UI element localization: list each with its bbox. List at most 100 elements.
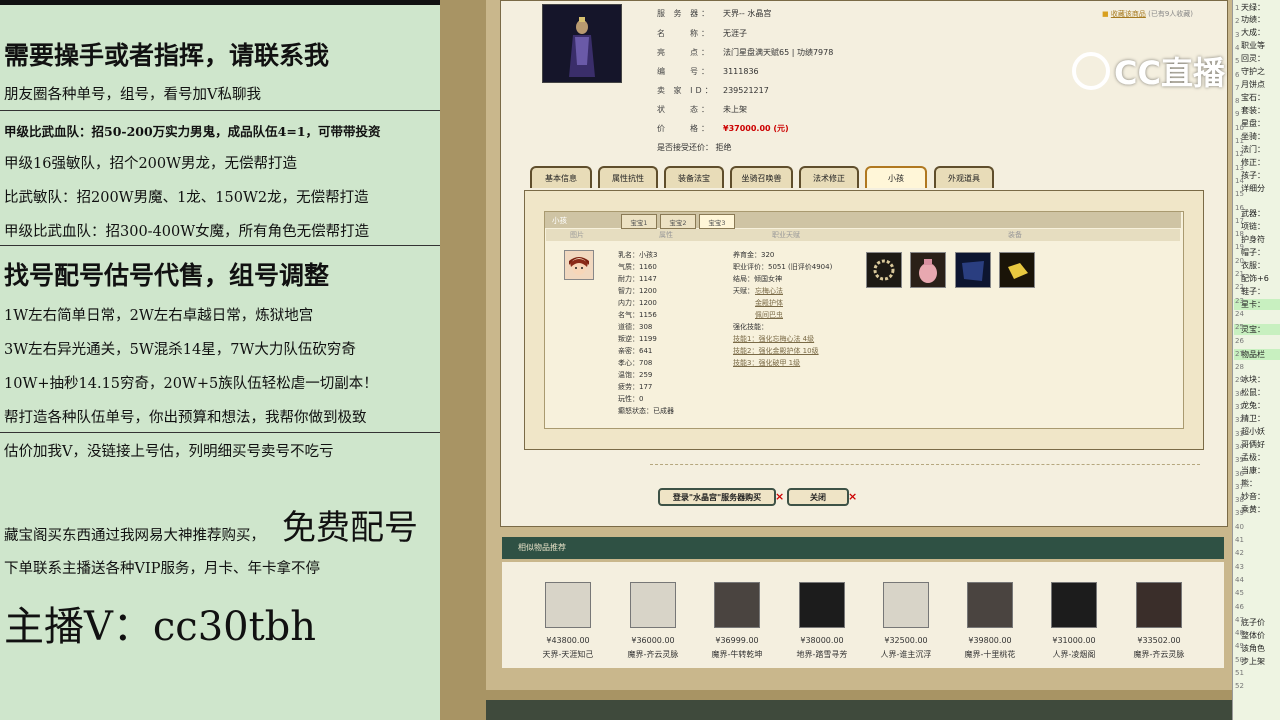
col-equipment: 装备	[1008, 231, 1022, 239]
skill-link[interactable]: 技能3：强化破甲 1级	[733, 358, 800, 368]
line-number: 2	[1235, 17, 1240, 26]
divider	[0, 245, 440, 246]
stat-line: 癫怒状态：已成器	[618, 407, 674, 415]
similar-item[interactable]: ¥33502.00 魔界-齐云灵脉	[1114, 582, 1204, 660]
skill-link[interactable]: 技能1：强化忘梅心法 4级	[733, 334, 814, 344]
bottom-bar	[486, 700, 1232, 720]
tab-mounts-pets[interactable]: 坐骑召唤兽	[730, 166, 793, 188]
note-line: 配饰+6	[1241, 274, 1269, 283]
note-line: 大成：	[1241, 28, 1265, 37]
similar-item[interactable]: ¥43800.00 天界-天涯知己	[523, 582, 613, 660]
equip-cloth-icon[interactable]	[955, 252, 991, 288]
close-button[interactable]: 关闭	[787, 488, 849, 506]
subtab-baby-2[interactable]: 宝宝2	[660, 214, 696, 229]
similar-item[interactable]: ¥36000.00 魔界-齐云灵脉	[608, 582, 698, 660]
line-number: 48	[1235, 629, 1244, 638]
talent-link[interactable]: 金殿护体	[755, 298, 783, 308]
note-line: 超小妖	[1241, 427, 1265, 436]
line-number: 12	[1235, 150, 1244, 159]
similar-avatar[interactable]	[799, 582, 845, 628]
line-number: 22	[1235, 283, 1244, 292]
buy-button[interactable]: 登录"水晶宫"服务器购买	[658, 488, 776, 506]
note-line: 鞋子：	[1241, 287, 1265, 296]
tab-attributes[interactable]: 属性抗性	[598, 166, 658, 188]
stat-line: 玩性：0	[618, 395, 644, 403]
line-number: 11	[1235, 137, 1244, 145]
talent-link[interactable]: 佩间巴虫	[755, 310, 783, 320]
stat-line: 乳名：小孩3	[618, 251, 658, 259]
line-number: 23	[1235, 296, 1244, 305]
promo-line: 朋友圈各种单号，组号，看号加V私聊我	[4, 87, 261, 103]
skill-link[interactable]: 技能2：强化金殿护体 10级	[733, 346, 819, 356]
stat-line: 道德：308	[618, 323, 653, 331]
note-line: 功绩：	[1241, 15, 1265, 24]
note-line: 天绿：	[1241, 3, 1265, 12]
tab-child[interactable]: 小孩	[865, 166, 927, 188]
promo-line: 藏宝阁买东西通过我网易大神推荐购买，	[4, 528, 265, 544]
similar-item[interactable]: ¥31000.00 人界-凌烟阁	[1029, 582, 1119, 660]
stat-line: 智力：1200	[618, 287, 657, 295]
talent-link[interactable]: 忘梅心法	[755, 286, 783, 296]
promo-line: 下单联系主播送各种VIP服务，月卡、年卡拿不停	[4, 561, 320, 577]
note-line: 步上架	[1241, 657, 1265, 666]
similar-item[interactable]: ¥39800.00 魔界-十里桃花	[945, 582, 1035, 660]
line-number: 7	[1235, 83, 1240, 92]
similar-avatar[interactable]	[1051, 582, 1097, 628]
similar-avatar[interactable]	[1136, 582, 1182, 628]
note-line: 松鼠：	[1241, 388, 1265, 397]
info-highlight: 亮 点： 法门星盘满天赋65 | 功绩7978	[657, 48, 834, 57]
equip-boots-icon[interactable]	[999, 252, 1035, 288]
line-number: 25	[1235, 323, 1244, 332]
note-line: 星盘：	[1241, 119, 1265, 128]
tab-appearance[interactable]: 外观道具	[934, 166, 994, 188]
line-number: 44	[1235, 575, 1244, 584]
character-portrait	[542, 4, 622, 83]
equip-pouch-icon[interactable]	[910, 252, 946, 288]
line-number: 6	[1235, 70, 1240, 79]
tab-equipment[interactable]: 装备法宝	[664, 166, 724, 188]
line-number: 42	[1235, 549, 1244, 558]
line-number: 3	[1235, 30, 1240, 39]
line-number: 24	[1235, 309, 1244, 318]
col-talent: 职业天赋	[772, 231, 800, 239]
similar-avatar[interactable]	[714, 582, 760, 628]
subtab-baby-3[interactable]: 宝宝3	[699, 214, 735, 229]
note-line: 灵宝：	[1241, 325, 1265, 334]
equip-ring-icon[interactable]	[866, 252, 902, 288]
similar-avatar[interactable]	[545, 582, 591, 628]
similar-item[interactable]: ¥38000.00 地界-踏雪寻芳	[777, 582, 867, 660]
similar-avatar[interactable]	[967, 582, 1013, 628]
note-line: 底子价	[1241, 618, 1265, 627]
note-line: 详细分	[1241, 184, 1265, 193]
line-number: 10	[1235, 123, 1244, 132]
line-number: 31	[1235, 403, 1244, 411]
tab-basic-info[interactable]: 基本信息	[530, 166, 592, 188]
promo-line-highlight: 免费配号	[282, 508, 418, 548]
line-number: 47	[1235, 615, 1244, 624]
tab-spell-correction[interactable]: 法术修正	[799, 166, 859, 188]
favorite-link[interactable]: ■ 收藏该商品 (已有9人收藏)	[1102, 9, 1193, 19]
stat-line: 温饱：259	[618, 371, 653, 379]
similar-item[interactable]: ¥32500.00 人界-谁主沉浮	[861, 582, 951, 660]
dashed-divider	[650, 464, 1200, 465]
subtab-baby-1[interactable]: 宝宝1	[621, 214, 657, 229]
info-id: 编 号： 3111836	[657, 67, 759, 76]
stat-line: 疲劳：177	[618, 383, 653, 391]
similar-avatar[interactable]	[630, 582, 676, 628]
line-number: 43	[1235, 562, 1244, 571]
talent-line: 结局：倾国女神	[733, 275, 782, 283]
note-line: 精卫：	[1241, 414, 1265, 423]
similar-item[interactable]: ¥36999.00 魔界-牛转乾坤	[692, 582, 782, 660]
line-number: 9	[1235, 110, 1240, 119]
note-line: 武器：	[1241, 209, 1265, 218]
note-line: 冰块：	[1241, 375, 1265, 384]
promo-line: 3W左右异光通关，5W混杀14星，7W大力队伍砍穷奇	[4, 342, 356, 358]
note-line: 星卡：	[1241, 300, 1265, 309]
line-number: 28	[1235, 363, 1244, 372]
promo-line: 比武敏队：招200W男魔、1龙、150W2龙，无偿帮打造	[4, 190, 369, 206]
similar-avatar[interactable]	[883, 582, 929, 628]
line-number: 14	[1235, 176, 1244, 185]
stat-line: 孝心：708	[618, 359, 653, 367]
child-section-title: 小孩	[552, 216, 567, 225]
line-number: 46	[1235, 602, 1244, 611]
